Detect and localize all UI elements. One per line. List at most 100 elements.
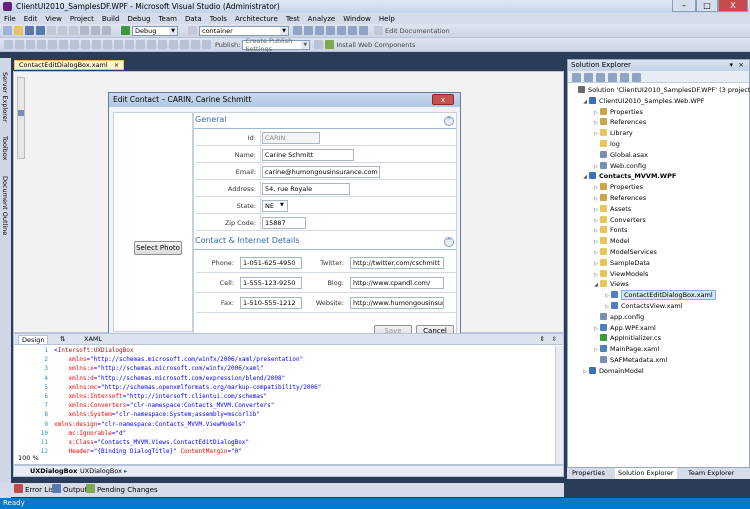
- command-icon[interactable]: [359, 26, 368, 35]
- save-icon[interactable]: [25, 26, 34, 35]
- menu-window[interactable]: Window: [343, 15, 371, 23]
- design-tab[interactable]: Design: [18, 335, 49, 344]
- state-select[interactable]: NE: [262, 200, 288, 212]
- spacing-icon[interactable]: [114, 40, 123, 49]
- expand-pane-icon[interactable]: ⇕: [540, 335, 545, 343]
- save-all-icon[interactable]: [36, 26, 45, 35]
- edit-documentation-button[interactable]: Edit Documentation: [385, 27, 450, 35]
- breadcrumb-item-2[interactable]: UXDialogBox: [80, 466, 122, 477]
- tree-item[interactable]: ▷ Properties: [592, 182, 643, 193]
- align-center-icon[interactable]: [15, 40, 24, 49]
- tab-order-icon[interactable]: [180, 40, 189, 49]
- configuration-select[interactable]: Debug ▼: [132, 25, 178, 36]
- select-photo-button[interactable]: Select Photo: [134, 241, 182, 255]
- navigate-icon[interactable]: [102, 26, 111, 35]
- align-left-icon[interactable]: [4, 40, 13, 49]
- grid-icon[interactable]: [103, 40, 112, 49]
- tree-item[interactable]: ◢ ClientUI2010_Samples.Web.WPF: [581, 96, 704, 107]
- tree-item[interactable]: ▷ DomainModel: [581, 366, 644, 377]
- extension-icon[interactable]: [348, 26, 357, 35]
- dialog-close-button[interactable]: x: [432, 94, 454, 105]
- bottom-tab-error-list[interactable]: Error List: [14, 483, 57, 497]
- send-back-icon[interactable]: [158, 40, 167, 49]
- field-input[interactable]: Carine Schmitt: [262, 149, 354, 161]
- tree-item[interactable]: ▷ Assets: [592, 204, 631, 215]
- menu-project[interactable]: Project: [70, 15, 94, 23]
- menu-analyze[interactable]: Analyze: [308, 15, 336, 23]
- find-icon[interactable]: [293, 26, 302, 35]
- menu-help[interactable]: Help: [379, 15, 395, 23]
- tree-item[interactable]: app.config: [592, 312, 644, 323]
- solution-explorer-icon[interactable]: [304, 26, 313, 35]
- show-all-files-icon[interactable]: [584, 73, 593, 82]
- panel-tab-solution-explorer[interactable]: Solution Explorer: [615, 468, 677, 479]
- tree-item[interactable]: ▷ MainPage.xaml: [592, 344, 659, 355]
- server-explorer-tab[interactable]: Server Explorer: [1, 72, 9, 122]
- expanded-arrow-icon[interactable]: ◢: [581, 97, 589, 108]
- tree-item[interactable]: ▷ References: [592, 117, 646, 128]
- xaml-code-area[interactable]: 1 <Intersoft:UXDialogBox 2 xmlns="http://s…: [14, 346, 563, 464]
- menu-team[interactable]: Team: [158, 15, 177, 23]
- tree-item[interactable]: ▷ App.WPF.xaml: [592, 323, 656, 334]
- tree-item[interactable]: ▷ ViewModels: [592, 269, 648, 280]
- menu-test[interactable]: Test: [286, 15, 300, 23]
- undo-icon[interactable]: [80, 26, 89, 35]
- menu-build[interactable]: Build: [102, 15, 120, 23]
- tree-item[interactable]: AppInitializer.cs: [592, 333, 661, 344]
- more-layout-icon[interactable]: [202, 40, 211, 49]
- copy-icon[interactable]: [58, 26, 67, 35]
- tree-item[interactable]: ▷ SampleData: [592, 258, 650, 269]
- menu-file[interactable]: File: [4, 15, 16, 23]
- breadcrumb-item-1[interactable]: UXDialogBox: [30, 466, 77, 477]
- bring-front-icon[interactable]: [147, 40, 156, 49]
- field-input[interactable]: http://twitter.com/cschmitt: [350, 257, 444, 269]
- publish-settings-combo[interactable]: Create Publish Settings ▼: [242, 37, 311, 53]
- code-scrollbar[interactable]: [555, 346, 563, 464]
- zoom-level[interactable]: 100 %: [16, 453, 41, 464]
- bottom-tab-output[interactable]: Output: [52, 483, 87, 497]
- expanded-arrow-icon[interactable]: ◢: [581, 172, 589, 183]
- class-diagram-icon[interactable]: [632, 73, 641, 82]
- field-input[interactable]: 1-555-123-9250: [240, 277, 302, 289]
- tree-item[interactable]: ▷ References: [592, 193, 646, 204]
- collapse-pane-icon[interactable]: ⇳: [552, 335, 557, 343]
- center-horizontal-icon[interactable]: [125, 40, 134, 49]
- tree-item[interactable]: log: [592, 139, 620, 150]
- paste-icon[interactable]: [69, 26, 78, 35]
- close-button[interactable]: X: [718, 0, 748, 12]
- collapsed-arrow-icon[interactable]: ▷: [581, 367, 589, 378]
- bottom-tab-pending-changes[interactable]: Pending Changes: [86, 483, 158, 497]
- field-input[interactable]: CARIN: [262, 132, 320, 144]
- redo-icon[interactable]: [91, 26, 100, 35]
- field-input[interactable]: 1-051-625-4950: [240, 257, 302, 269]
- tree-item[interactable]: ▷ Model: [592, 236, 630, 247]
- object-browser-icon[interactable]: [326, 26, 335, 35]
- maximize-button[interactable]: □: [696, 0, 718, 12]
- expanded-arrow-icon[interactable]: ◢: [592, 280, 600, 291]
- same-height-icon[interactable]: [81, 40, 90, 49]
- field-input[interactable]: 15887: [262, 217, 306, 229]
- close-panel-icon[interactable]: ×: [738, 60, 744, 71]
- find-combo[interactable]: container ▼: [199, 25, 289, 36]
- open-icon[interactable]: [14, 26, 23, 35]
- zoom-thumb[interactable]: [18, 110, 24, 116]
- lock-icon[interactable]: [169, 40, 178, 49]
- breadcrumb-arrow-icon[interactable]: ▸: [124, 466, 127, 477]
- menu-edit[interactable]: Edit: [24, 15, 38, 23]
- refresh-icon[interactable]: [596, 73, 605, 82]
- menu-view[interactable]: View: [45, 15, 62, 23]
- tree-item[interactable]: ◢ Contacts_MVVM.WPF: [581, 171, 676, 182]
- tree-item[interactable]: Global.asax: [592, 150, 648, 161]
- document-outline-tab[interactable]: Document Outline: [1, 176, 9, 235]
- toolbox-tab[interactable]: Toolbox: [1, 136, 9, 160]
- menu-data[interactable]: Data: [185, 15, 202, 23]
- start-debugging-icon[interactable]: [121, 26, 130, 35]
- documentation-icon[interactable]: [374, 26, 383, 35]
- properties-icon[interactable]: [572, 73, 581, 82]
- same-width-icon[interactable]: [70, 40, 79, 49]
- tree-item[interactable]: ▷ ModelServices: [592, 247, 657, 258]
- swap-panes-icon[interactable]: ⇅: [60, 335, 65, 343]
- field-input[interactable]: http://www.cpandl.com/: [350, 277, 444, 289]
- close-tab-icon[interactable]: ×: [114, 61, 119, 69]
- menu-debug[interactable]: Debug: [127, 15, 150, 23]
